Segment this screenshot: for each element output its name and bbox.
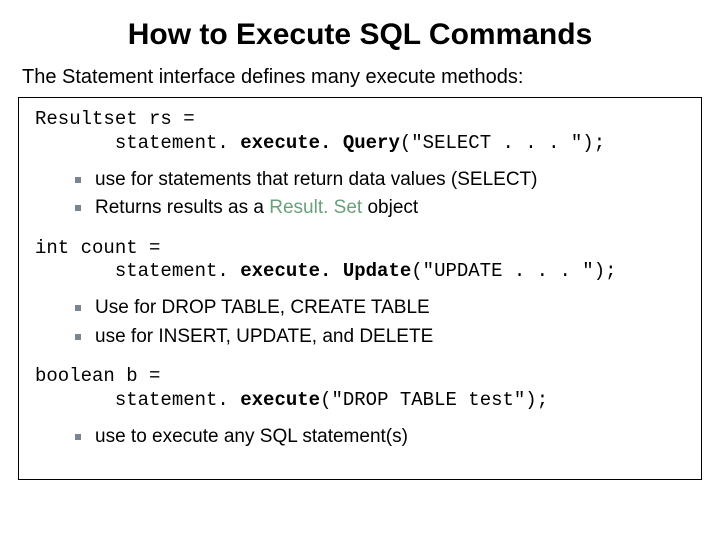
code-prefix: statement. [35, 132, 240, 154]
code-block-2: int count = statement. execute. Update("… [35, 237, 685, 285]
content-frame: Resultset rs = statement. execute. Query… [18, 97, 702, 480]
code-suffix: ("SELECT . . . "); [400, 132, 605, 154]
list-item: Returns results as a Result. Set object [35, 194, 685, 223]
slide-title: How to Execute SQL Commands [18, 18, 702, 52]
code-line: Resultset rs = [35, 108, 195, 130]
code-prefix: statement. [35, 389, 240, 411]
code-block-3: boolean b = statement. execute("DROP TAB… [35, 365, 685, 413]
code-block-1: Resultset rs = statement. execute. Query… [35, 108, 685, 156]
resultset-text: Result. Set [269, 197, 362, 218]
code-line: boolean b = [35, 365, 160, 387]
code-method: execute [240, 389, 320, 411]
code-suffix: ("DROP TABLE test"); [320, 389, 548, 411]
bullet-list-1: use for statements that return data valu… [35, 166, 685, 223]
code-method: execute. Update [240, 260, 411, 282]
list-item: Use for DROP TABLE, CREATE TABLE [35, 294, 685, 323]
code-method: execute. Query [240, 132, 400, 154]
list-item: use for INSERT, UPDATE, and DELETE [35, 323, 685, 352]
list-item: use for statements that return data valu… [35, 166, 685, 195]
bullet-text: Returns results as a [95, 197, 269, 218]
list-item: use to execute any SQL statement(s) [35, 423, 685, 452]
code-prefix: statement. [35, 260, 240, 282]
bullet-list-2: Use for DROP TABLE, CREATE TABLE use for… [35, 294, 685, 351]
bullet-text: object [362, 197, 418, 218]
intro-text: The Statement interface defines many exe… [22, 66, 702, 89]
code-line: int count = [35, 237, 160, 259]
code-suffix: ("UPDATE . . . "); [411, 260, 616, 282]
bullet-list-3: use to execute any SQL statement(s) [35, 423, 685, 452]
